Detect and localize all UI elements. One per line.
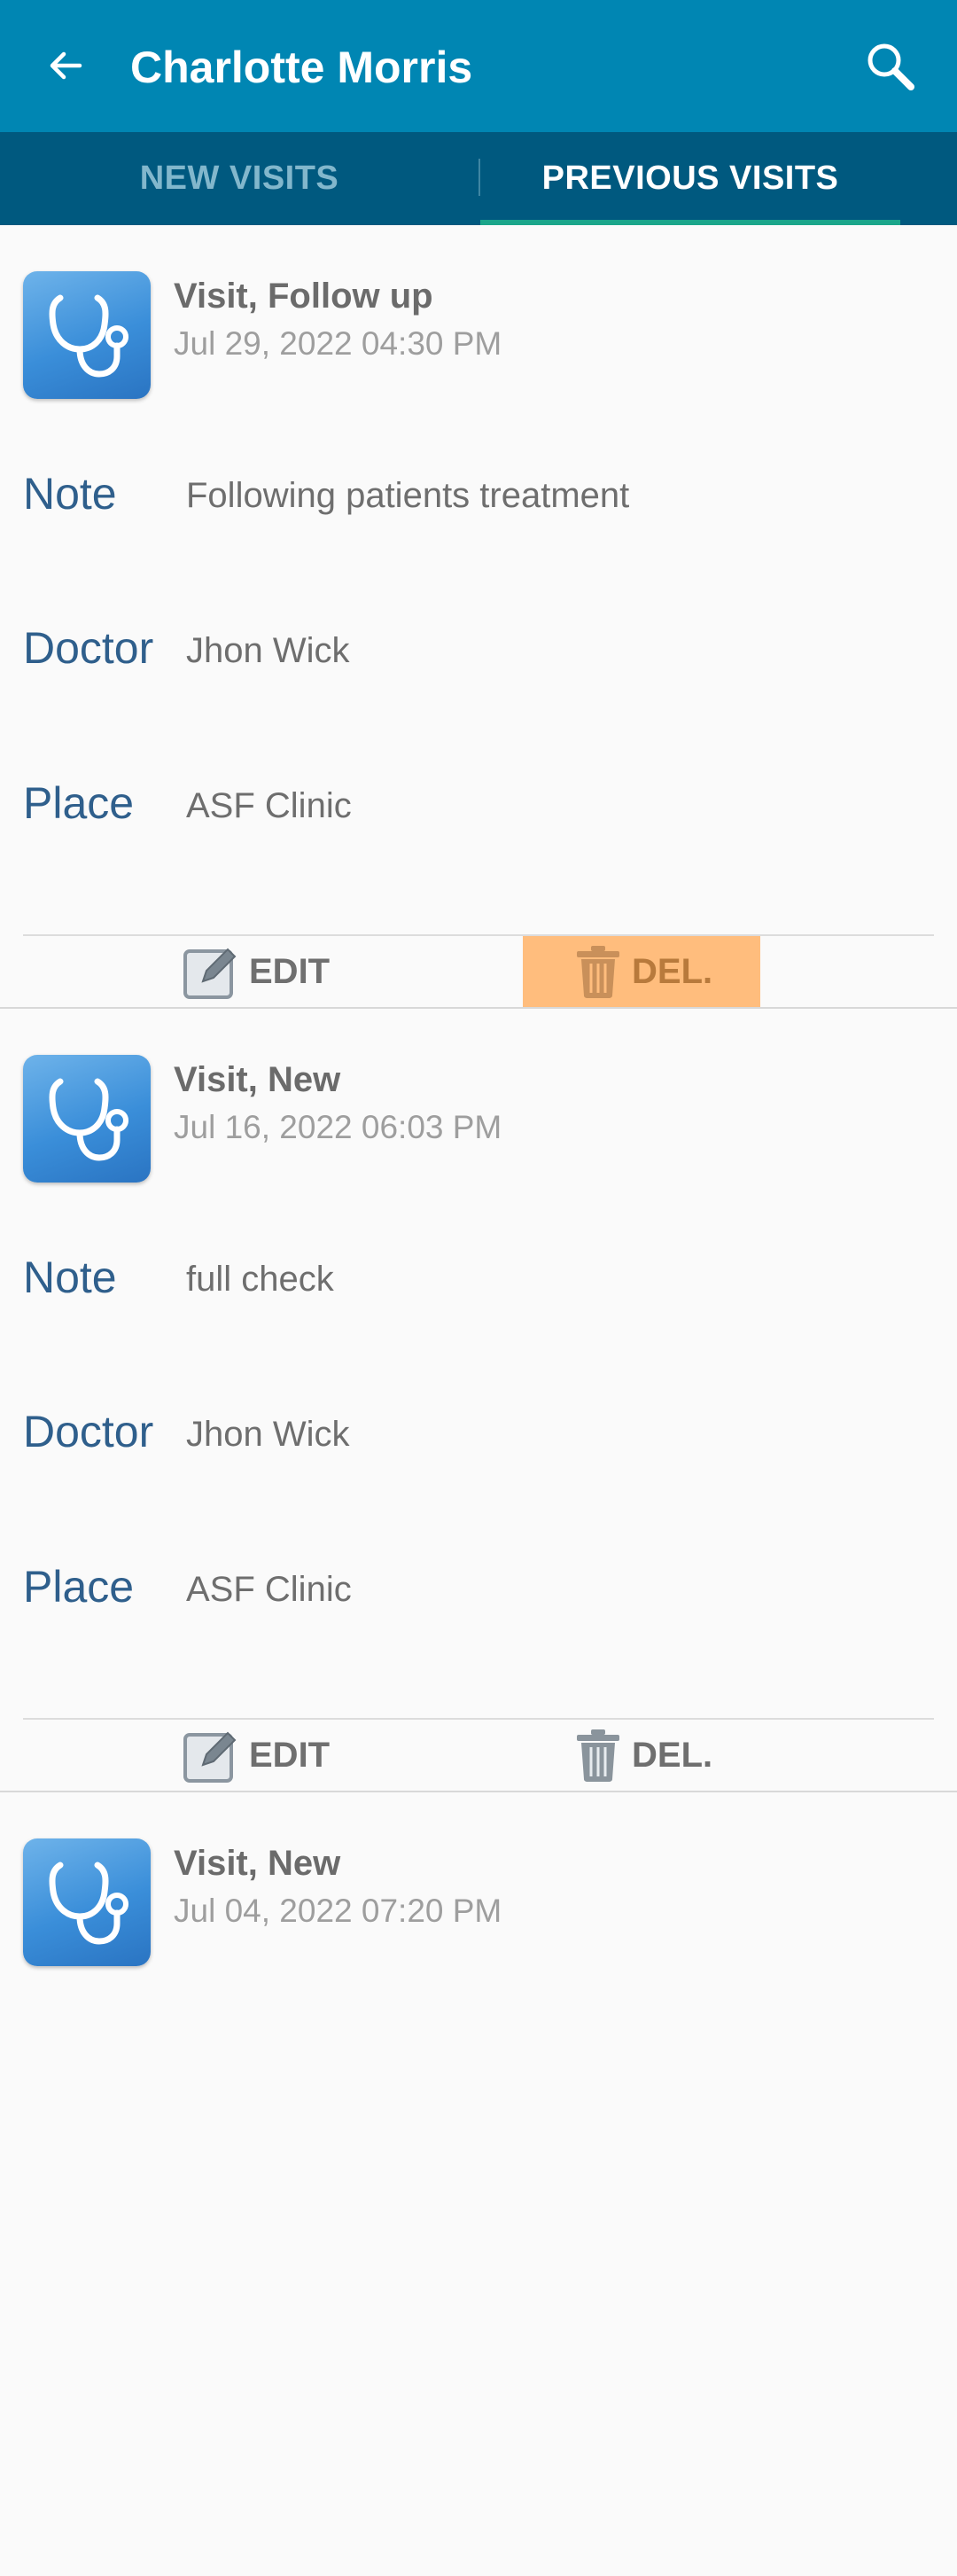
note-label: Note: [23, 1253, 117, 1302]
visit-title: Visit, New: [174, 1060, 341, 1099]
doctor-value: Jhon Wick: [186, 1415, 350, 1454]
page-title: Charlotte Morris: [130, 43, 473, 92]
place-label: Place: [23, 1562, 135, 1612]
edit-label: EDIT: [249, 951, 331, 991]
doctor-label: Doctor: [23, 623, 154, 673]
place-value: ASF Clinic: [186, 1570, 352, 1609]
visit-avatar: [23, 271, 151, 399]
search-button[interactable]: [860, 35, 922, 98]
trash-icon: [573, 1728, 623, 1783]
visit-card[interactable]: Visit, Follow up Jul 29, 2022 04:30 PM N…: [0, 225, 957, 1009]
visit-actions: EDIT DEL.: [0, 936, 957, 1007]
arrow-left-icon: [50, 51, 82, 80]
delete-label: DEL.: [632, 951, 713, 991]
search-icon: [868, 43, 914, 90]
note-value: Following patients treatment: [186, 476, 630, 515]
tab-new-visits[interactable]: NEW VISITS: [0, 132, 478, 225]
app-bar: Charlotte Morris: [0, 0, 957, 132]
tab-previous-visits[interactable]: PREVIOUS VISITS: [480, 132, 900, 225]
visit-date: Jul 04, 2022 07:20 PM: [174, 1893, 502, 1929]
visit-list[interactable]: Visit, Follow up Jul 29, 2022 04:30 PM N…: [0, 225, 957, 2576]
doctor-label: Doctor: [23, 1407, 154, 1456]
note-value: full check: [186, 1260, 334, 1299]
stethoscope-icon: [49, 294, 128, 378]
visit-title: Visit, New: [174, 1844, 341, 1883]
delete-button[interactable]: DEL.: [523, 1720, 760, 1791]
edit-icon: [182, 942, 240, 1001]
edit-icon: [182, 1726, 240, 1784]
edit-button[interactable]: EDIT: [182, 1720, 330, 1791]
visit-card[interactable]: Visit, New Jul 04, 2022 07:20 PM: [0, 1792, 957, 2576]
delete-button[interactable]: DEL.: [523, 936, 760, 1007]
back-button[interactable]: [39, 39, 92, 92]
trash-icon: [573, 944, 623, 999]
stethoscope-icon: [49, 1862, 128, 1945]
delete-label: DEL.: [632, 1735, 713, 1775]
place-label: Place: [23, 778, 135, 828]
note-label: Note: [23, 469, 117, 519]
doctor-value: Jhon Wick: [186, 631, 350, 670]
edit-button[interactable]: EDIT: [182, 936, 330, 1007]
visit-actions: EDIT DEL.: [0, 1720, 957, 1791]
visit-card[interactable]: Visit, New Jul 16, 2022 06:03 PM Note fu…: [0, 1009, 957, 1792]
edit-label: EDIT: [249, 1735, 331, 1775]
visit-date: Jul 16, 2022 06:03 PM: [174, 1109, 502, 1145]
visit-date: Jul 29, 2022 04:30 PM: [174, 325, 502, 362]
stethoscope-icon: [49, 1078, 128, 1161]
visit-avatar: [23, 1055, 151, 1183]
place-value: ASF Clinic: [186, 786, 352, 825]
tab-bar: NEW VISITS PREVIOUS VISITS: [0, 132, 957, 225]
visit-title: Visit, Follow up: [174, 277, 433, 316]
visit-avatar: [23, 1838, 151, 1966]
